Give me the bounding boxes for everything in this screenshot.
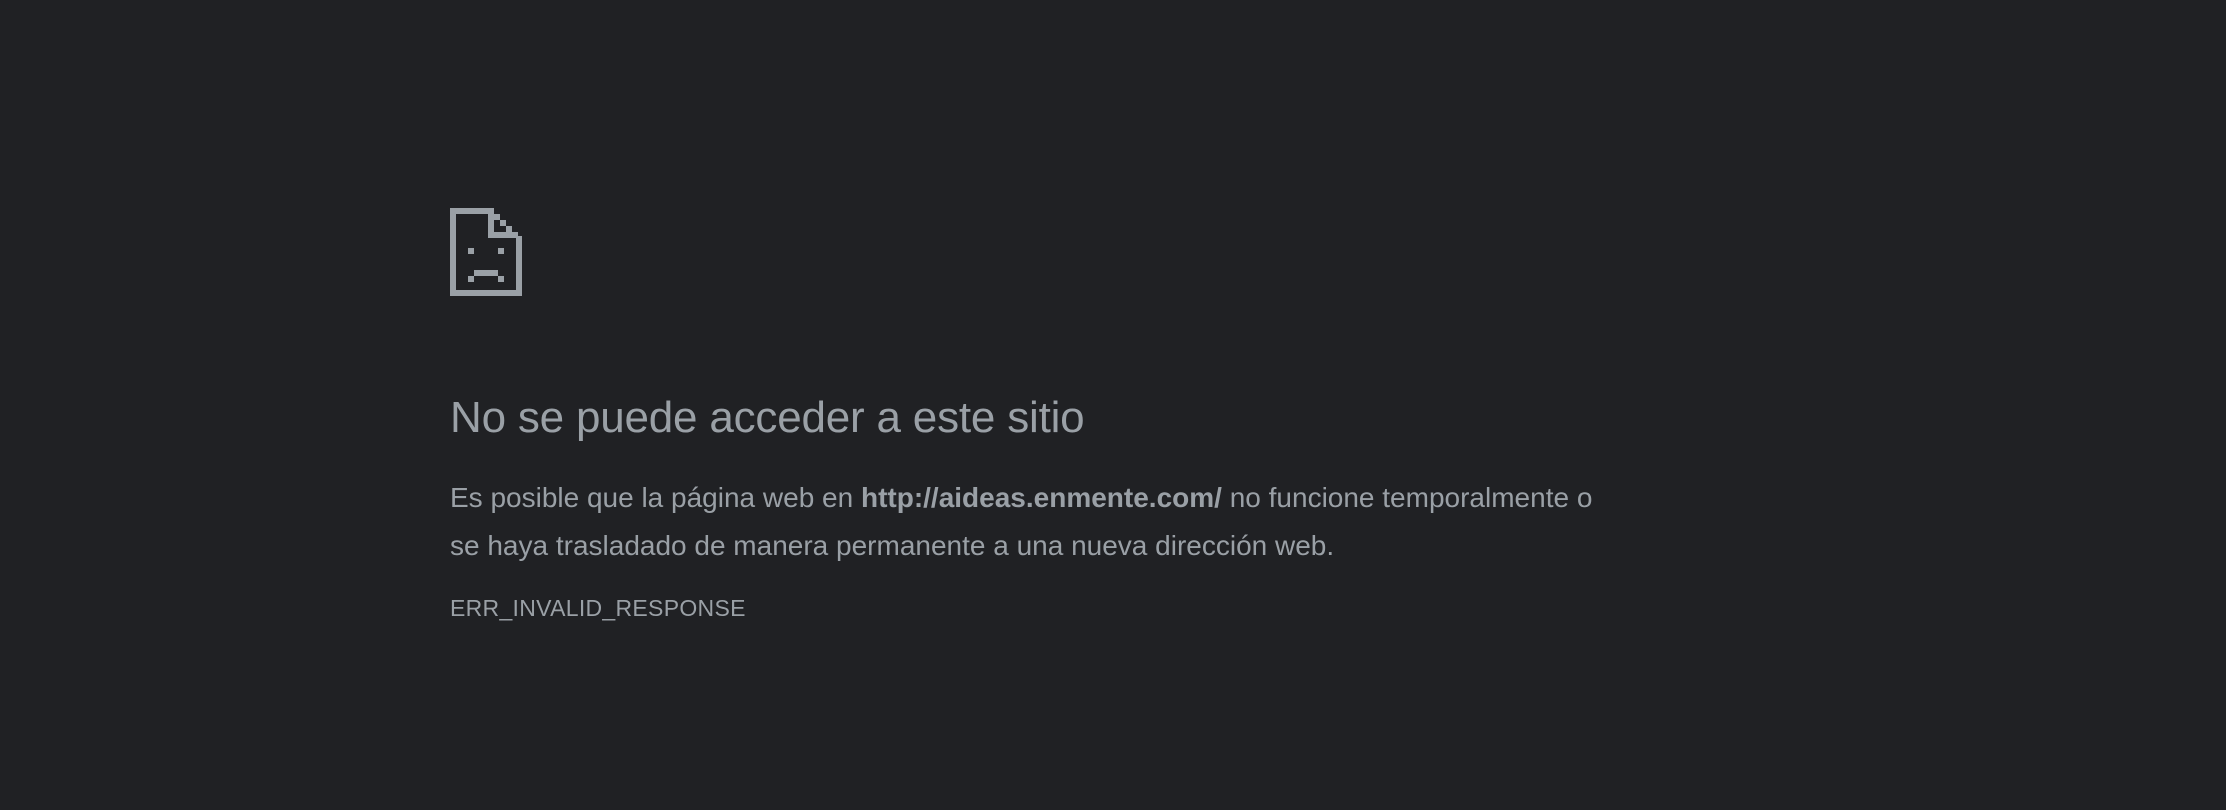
- error-page: No se puede acceder a este sitio Es posi…: [450, 208, 1600, 624]
- sad-document-icon: [450, 208, 522, 296]
- error-url: http://aideas.enmente.com/: [860, 482, 1222, 513]
- error-description-prefix: Es posible que la página web en: [450, 482, 861, 513]
- error-description: Es posible que la página web en http://a…: [450, 474, 1600, 570]
- error-code: ERR_INVALID_RESPONSE: [450, 595, 746, 621]
- error-title: No se puede acceder a este sitio: [450, 393, 1085, 442]
